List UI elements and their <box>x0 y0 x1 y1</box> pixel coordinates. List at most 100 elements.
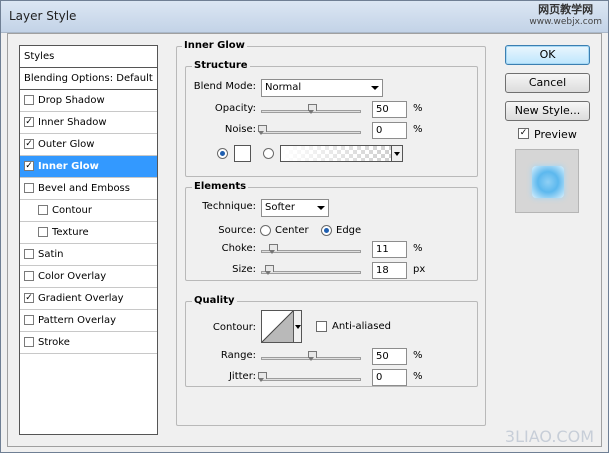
size-label: Size: <box>232 264 256 275</box>
choke-label: Choke: <box>221 243 256 254</box>
blending-options-item[interactable]: Blending Options: Default <box>20 68 157 90</box>
range-label: Range: <box>220 350 256 361</box>
style-preview <box>515 149 579 213</box>
preview-checkbox[interactable]: ✓ <box>518 128 529 139</box>
contour-preview[interactable] <box>261 310 294 343</box>
preview-label[interactable]: Preview <box>534 128 577 141</box>
gradient-picker-button[interactable] <box>391 145 403 162</box>
quality-title: Quality <box>192 295 237 306</box>
style-item-outer-glow[interactable]: ✓ Outer Glow <box>20 134 157 156</box>
jitter-input[interactable]: 0 <box>372 369 407 386</box>
style-item-inner-shadow[interactable]: ✓ Inner Shadow <box>20 112 157 134</box>
preview-swatch <box>532 166 564 198</box>
gradient-preview[interactable] <box>280 145 392 162</box>
size-unit: px <box>413 264 426 275</box>
blend-mode-dropdown[interactable]: Normal <box>261 79 383 97</box>
style-checkbox[interactable]: ✓ <box>24 116 34 127</box>
size-slider-thumb[interactable] <box>265 265 274 275</box>
layer-style-window: Layer Style 网页教学网 www.webjx.com Styles B… <box>0 0 609 453</box>
jitter-value: 0 <box>376 372 383 383</box>
noise-unit: % <box>413 124 423 135</box>
noise-slider-thumb[interactable] <box>258 125 267 135</box>
opacity-value: 50 <box>376 104 389 115</box>
style-checkbox[interactable]: ✓ <box>24 160 34 171</box>
style-item-stroke[interactable]: Stroke <box>20 332 157 354</box>
style-checkbox[interactable] <box>24 248 34 259</box>
style-checkbox[interactable] <box>38 204 48 215</box>
styles-header-label: Styles <box>24 51 55 62</box>
source-center-radio[interactable] <box>260 225 271 236</box>
style-item-pattern-overlay[interactable]: Pattern Overlay <box>20 310 157 332</box>
size-slider-track[interactable] <box>261 271 361 274</box>
contour-curve-icon <box>262 311 293 342</box>
anti-aliased-label[interactable]: Anti-aliased <box>332 321 391 332</box>
anti-aliased-checkbox[interactable] <box>316 321 327 332</box>
check-icon: ✓ <box>25 292 33 303</box>
style-checkbox[interactable] <box>24 336 34 347</box>
opacity-slider-thumb[interactable] <box>308 104 317 114</box>
contour-picker-button[interactable] <box>293 310 302 343</box>
style-checkbox[interactable]: ✓ <box>24 138 34 149</box>
choke-value: 11 <box>376 244 389 255</box>
choke-slider-thumb[interactable] <box>269 244 278 254</box>
chevron-down-icon <box>317 206 325 210</box>
opacity-unit: % <box>413 103 423 114</box>
opacity-input[interactable]: 50 <box>372 101 407 118</box>
size-value: 18 <box>376 265 389 276</box>
noise-input[interactable]: 0 <box>372 122 407 139</box>
new-style-button[interactable]: New Style... <box>505 101 590 121</box>
style-item-label: Bevel and Emboss <box>38 183 130 194</box>
elements-title: Elements <box>192 181 249 192</box>
check-icon: ✓ <box>25 116 33 127</box>
chevron-down-icon <box>371 86 379 90</box>
style-checkbox[interactable] <box>24 270 34 281</box>
style-item-contour[interactable]: Contour <box>20 200 157 222</box>
noise-value: 0 <box>376 125 383 136</box>
source-edge-label[interactable]: Edge <box>336 225 361 236</box>
style-checkbox[interactable] <box>24 94 34 105</box>
style-checkbox[interactable] <box>24 314 34 325</box>
style-checkbox[interactable] <box>38 226 48 237</box>
source-label: Source: <box>218 225 256 236</box>
style-item-label: Gradient Overlay <box>38 293 124 304</box>
style-item-inner-glow[interactable]: ✓ Inner Glow <box>20 156 157 178</box>
style-item-bevel-and-emboss[interactable]: Bevel and Emboss <box>20 178 157 200</box>
title-bar[interactable]: Layer Style 网页教学网 www.webjx.com <box>1 1 608 33</box>
ok-button[interactable]: OK <box>505 45 590 65</box>
watermark-top-line1: 网页教学网 <box>538 3 594 16</box>
size-input[interactable]: 18 <box>372 262 407 279</box>
style-checkbox[interactable]: ✓ <box>24 292 34 303</box>
style-checkbox[interactable] <box>24 182 34 193</box>
style-item-satin[interactable]: Satin <box>20 244 157 266</box>
style-item-texture[interactable]: Texture <box>20 222 157 244</box>
style-item-label: Inner Glow <box>38 161 99 172</box>
style-item-color-overlay[interactable]: Color Overlay <box>20 266 157 288</box>
check-icon: ✓ <box>25 160 33 171</box>
inner-glow-panel: Inner Glow Structure Blend Mode: Normal … <box>176 40 492 434</box>
noise-slider-track[interactable] <box>261 131 361 134</box>
jitter-label: Jitter: <box>228 371 256 382</box>
choke-input[interactable]: 11 <box>372 241 407 258</box>
check-icon: ✓ <box>519 128 528 138</box>
color-radio[interactable] <box>217 148 228 159</box>
range-slider-thumb[interactable] <box>308 351 317 361</box>
check-icon: ✓ <box>25 138 33 149</box>
style-item-drop-shadow[interactable]: Drop Shadow <box>20 90 157 112</box>
technique-dropdown[interactable]: Softer <box>261 199 329 217</box>
source-edge-radio[interactable] <box>321 225 332 236</box>
style-item-gradient-overlay[interactable]: ✓ Gradient Overlay <box>20 288 157 310</box>
styles-list: Styles Blending Options: Default Drop Sh… <box>19 45 158 435</box>
jitter-slider-track[interactable] <box>261 378 361 381</box>
style-item-label: Stroke <box>38 337 70 348</box>
glow-color-swatch[interactable] <box>234 145 251 162</box>
noise-label: Noise: <box>224 124 256 135</box>
choke-unit: % <box>413 243 423 254</box>
gradient-radio[interactable] <box>263 148 274 159</box>
style-item-label: Satin <box>38 249 64 260</box>
cancel-button[interactable]: Cancel <box>505 73 590 93</box>
styles-header[interactable]: Styles <box>20 46 157 68</box>
jitter-slider-thumb[interactable] <box>258 372 267 382</box>
source-center-label[interactable]: Center <box>275 225 309 236</box>
range-input[interactable]: 50 <box>372 348 407 365</box>
technique-label: Technique: <box>202 201 256 212</box>
